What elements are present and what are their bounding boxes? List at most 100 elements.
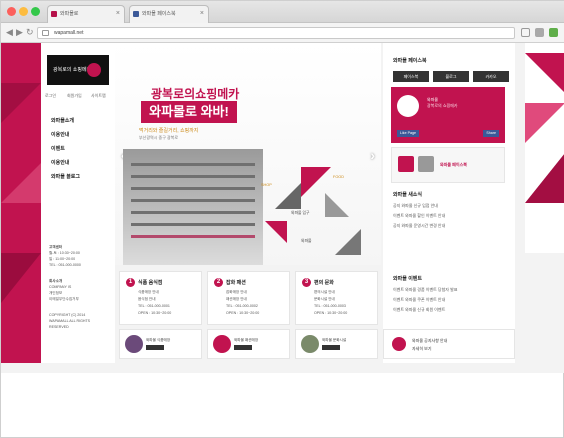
hero-address: 부산광역시 중구 광복로	[139, 135, 179, 140]
notice-line: 자세히 보기	[412, 346, 432, 351]
facebook-section-title: 와파몰 페이스북	[393, 58, 427, 64]
card-line: 편의시설 안내	[314, 290, 335, 294]
facebook-button[interactable]: 페이스북	[393, 71, 429, 82]
right-sidebar: 와파몰 페이스북 페이스북 블로그 카카오 와파몰 광복로의 쇼핑메카 Like…	[383, 43, 515, 363]
decor-triangle	[525, 53, 564, 93]
share-button[interactable]: Share	[483, 130, 499, 137]
back-arrow-icon[interactable]: ◀	[6, 27, 13, 38]
card-line: 문화시설 안내	[314, 297, 335, 301]
decor-triangle	[325, 193, 349, 217]
company-link[interactable]: COMPANY IS	[49, 285, 71, 290]
signup-link[interactable]: 회원가입	[67, 93, 82, 99]
floor-card[interactable]: 3 편의 문화 편의시설 안내 문화시설 안내 TEL : 051-000-00…	[295, 271, 378, 325]
hero-label: 와파몰 입구	[291, 211, 310, 215]
next-slide-icon[interactable]: ›	[370, 147, 375, 163]
forward-arrow-icon[interactable]: ▶	[16, 27, 23, 38]
facebook-note[interactable]: 와파몰 페이스북	[440, 162, 467, 168]
card-line: 잡화매장 안내	[226, 290, 247, 294]
news-item[interactable]: 공지 와파몰 신규 입점 안내	[393, 203, 438, 209]
promo-text: 와파몰 패션매장	[234, 338, 259, 342]
left-brand-band	[1, 43, 41, 363]
tab-wapamall[interactable]: 와파몰로 ×	[47, 5, 125, 23]
promo-thumbnail	[213, 335, 231, 353]
menu-item-event[interactable]: 이벤트	[51, 145, 65, 152]
like-page-button[interactable]: Like Page	[397, 130, 419, 137]
facebook-profile-image	[397, 95, 419, 117]
facebook-page-subtitle: 광복로의 쇼핑메카	[427, 103, 458, 108]
promo-thumbnail	[125, 335, 143, 353]
promo-strip[interactable]: 와파몰 식품매장	[119, 329, 202, 359]
card-line: TEL : 051-000-0003	[314, 304, 346, 308]
card-title: 잡화 패션	[226, 280, 246, 286]
bookmark-icon[interactable]	[521, 28, 530, 37]
mall-building-image	[123, 149, 263, 265]
menu-item-guide[interactable]: 이용안내	[51, 131, 69, 138]
copyright-line: COPYRIGHT (C) 2014	[49, 313, 86, 317]
floor-card[interactable]: 1 식품 음식점 식품매장 안내 음식점 안내 TEL : 051-000-00…	[119, 271, 202, 325]
card-line: OPEN : 10:30~20:00	[138, 311, 172, 315]
right-decor-band	[525, 43, 564, 253]
hero-label: 와파몰	[301, 239, 312, 243]
logo-mark	[87, 63, 101, 77]
post-thumbnail	[418, 156, 434, 172]
hero-headline: 광복로의쇼핑메카	[151, 87, 240, 101]
login-link[interactable]: 로그인	[45, 93, 56, 99]
post-thumbnail	[398, 156, 414, 172]
logo-text: 광복로의 쇼핑메카	[53, 67, 92, 73]
card-number: 2	[214, 278, 223, 287]
close-tab-icon[interactable]: ×	[116, 6, 120, 22]
menu-icon[interactable]	[535, 28, 544, 37]
menu-item-blog[interactable]: 와파몰 블로그	[51, 173, 80, 180]
tab-facebook[interactable]: 와파몰 페이스북 ×	[129, 5, 209, 23]
menu-item-usage[interactable]: 이용안내	[51, 159, 69, 166]
promo-more-button[interactable]	[234, 345, 252, 350]
decor-triangle	[1, 253, 41, 303]
contact-line: 월-토 : 10:30~20:00	[49, 251, 80, 255]
email-policy-link[interactable]: 이메일무단수집거부	[49, 297, 79, 302]
decor-triangle	[1, 83, 41, 123]
event-item[interactable]: 이벤트 와파몰 쿠폰 이벤트 안내	[393, 297, 445, 303]
kakao-button[interactable]: 카카오	[473, 71, 509, 82]
card-line: OPEN : 10:30~20:00	[226, 311, 260, 315]
tab-label: 와파몰로	[60, 11, 79, 17]
zoom-window-button[interactable]	[31, 7, 40, 16]
blog-button[interactable]: 블로그	[433, 71, 469, 82]
menu-item-about[interactable]: 와파몰소개	[51, 117, 74, 124]
news-item[interactable]: 공지 와파몰 운영시간 변경 안내	[393, 223, 445, 229]
extension-icon[interactable]	[549, 28, 558, 37]
promo-strip[interactable]: 와파몰 문화시설	[295, 329, 378, 359]
facebook-widget: 와파몰 광복로의 쇼핑메카 Like Page Share	[391, 87, 505, 143]
site-logo[interactable]: 광복로의 쇼핑메카	[47, 55, 109, 85]
card-number: 1	[126, 278, 135, 287]
privacy-link[interactable]: 개인정보	[49, 291, 62, 296]
promo-more-button[interactable]	[322, 345, 340, 350]
promo-more-button[interactable]	[146, 345, 164, 350]
promo-strip[interactable]: 와파몰 패션매장	[207, 329, 290, 359]
company-label: 회사소개	[49, 279, 63, 283]
browser-toolbar: ◀ ▶ ↻ wapamall.net	[1, 23, 564, 43]
news-item[interactable]: 이벤트 와파몰 할인 이벤트 안내	[393, 213, 445, 219]
tab-label: 와파몰 페이스북	[142, 11, 176, 17]
left-sidebar: 광복로의 쇼핑메카 로그인 회원가입 사이트맵 와파몰소개 이용안내 이벤트 이…	[41, 43, 115, 363]
close-tab-icon[interactable]: ×	[200, 6, 204, 22]
chat-icon	[392, 337, 406, 351]
favicon-icon	[51, 11, 57, 17]
promo-text: 와파몰 식품매장	[146, 338, 171, 342]
tab-strip: 와파몰로 × 와파몰 페이스북 ×	[1, 1, 564, 23]
url-text: wapamall.net	[54, 30, 84, 36]
minimize-window-button[interactable]	[19, 7, 28, 16]
notice-box[interactable]: 와파몰 공지사항 안내 자세히 보기	[383, 329, 515, 359]
sitemap-link[interactable]: 사이트맵	[91, 93, 106, 99]
floor-card[interactable]: 2 잡화 패션 잡화매장 안내 패션매장 안내 TEL : 051-000-00…	[207, 271, 290, 325]
card-title: 편의 문화	[314, 280, 334, 286]
event-item[interactable]: 이벤트 와파몰 경품 이벤트 당첨자 발표	[393, 287, 457, 293]
reload-icon[interactable]: ↻	[26, 27, 34, 38]
address-bar[interactable]: wapamall.net	[37, 27, 515, 39]
event-section-title: 와파몰 이벤트	[393, 276, 422, 282]
event-item[interactable]: 이벤트 와파몰 신규 회원 이벤트	[393, 307, 445, 313]
decor-triangle	[335, 229, 361, 255]
close-window-button[interactable]	[7, 7, 16, 16]
promo-text: 와파몰 문화시설	[322, 338, 347, 342]
hero-label: FOOD	[333, 175, 344, 179]
decor-triangle	[525, 103, 564, 143]
